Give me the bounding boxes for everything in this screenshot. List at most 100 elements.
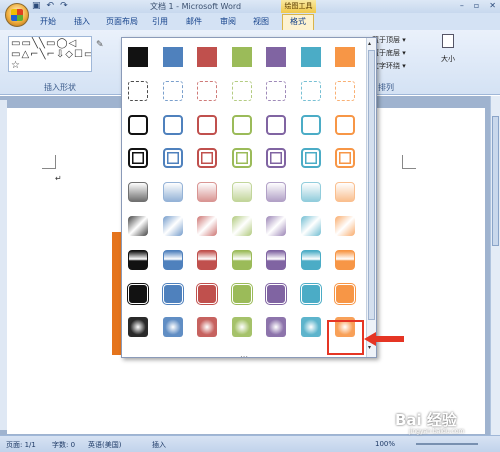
style-swatch-gradient-dark[interactable]: [197, 249, 217, 270]
style-swatch-framed-solid[interactable]: [300, 283, 321, 304]
tab-references[interactable]: 引用: [152, 16, 168, 27]
gallery-scroll-thumb[interactable]: [368, 50, 375, 320]
status-words[interactable]: 字数: 0: [52, 440, 75, 450]
style-swatch-dashed-outline[interactable]: [231, 80, 252, 101]
style-swatch-gradient-diagonal[interactable]: [231, 216, 252, 236]
style-swatch-gradient-diagonal[interactable]: [197, 216, 217, 236]
style-swatch-solid[interactable]: [266, 47, 286, 67]
style-swatch-gradient-diagonal[interactable]: [300, 216, 321, 236]
style-swatch-gradient-dark[interactable]: [128, 249, 148, 270]
style-swatch-gradient-light[interactable]: [197, 182, 217, 203]
maximize-icon[interactable]: ▫: [474, 1, 479, 10]
redo-icon[interactable]: ↷: [60, 1, 68, 11]
style-swatch-framed-solid[interactable]: [128, 283, 148, 304]
vertical-scrollbar[interactable]: [490, 96, 500, 435]
tab-home[interactable]: 开始: [40, 16, 56, 27]
style-swatch-double-outline[interactable]: [266, 148, 286, 169]
style-swatch-double-outline[interactable]: [128, 148, 148, 169]
zoom-level[interactable]: 100%: [375, 440, 395, 448]
arrange-group-label: 排列: [378, 83, 394, 92]
close-icon[interactable]: ✕: [489, 1, 496, 10]
margin-corner-mark: [42, 155, 56, 169]
style-swatch-gradient-light[interactable]: [231, 182, 252, 203]
style-swatch-gradient-dark[interactable]: [335, 249, 355, 270]
scroll-up-icon[interactable]: ▴: [368, 40, 371, 47]
style-swatch-bevel-glow[interactable]: [266, 317, 286, 338]
style-swatch-gradient-light[interactable]: [128, 182, 148, 203]
style-swatch-dashed-outline[interactable]: [300, 80, 321, 101]
undo-icon[interactable]: ↶: [47, 1, 55, 11]
style-swatch-outline[interactable]: [266, 114, 286, 135]
style-swatch-framed-solid[interactable]: [197, 283, 217, 304]
bring-to-front-button[interactable]: 置于顶层 ▾: [372, 34, 436, 47]
style-swatch-dashed-outline[interactable]: [128, 80, 148, 101]
tab-insert[interactable]: 插入: [74, 16, 90, 27]
scroll-thumb[interactable]: [492, 116, 499, 246]
pointer-arrow-icon: [364, 332, 404, 346]
style-swatch-gradient-light[interactable]: [162, 182, 183, 203]
style-swatch-solid[interactable]: [128, 47, 148, 67]
style-swatch-gradient-diagonal[interactable]: [266, 216, 286, 236]
style-swatch-solid[interactable]: [335, 47, 355, 67]
style-swatch-dashed-outline[interactable]: [266, 80, 286, 101]
style-swatch-gradient-light[interactable]: [266, 182, 286, 203]
style-swatch-solid[interactable]: [162, 47, 183, 67]
style-swatch-gradient-light[interactable]: [335, 182, 355, 203]
style-swatch-dashed-outline[interactable]: [197, 80, 217, 101]
tab-format[interactable]: 格式: [282, 14, 314, 30]
style-swatch-outline[interactable]: [231, 114, 252, 135]
insert-shapes-gallery[interactable]: ▭▭╲╲▭◯◁ ▭△⌐╲⌐⇩◇☐▭╲╲⌒⌐{}☆: [8, 36, 92, 72]
watermark-url: jingyan.baidu.com: [409, 428, 465, 435]
style-swatch-double-outline[interactable]: [335, 148, 355, 169]
style-swatch-bevel-glow[interactable]: [197, 317, 217, 338]
style-swatch-framed-solid[interactable]: [231, 283, 252, 304]
style-swatch-gradient-dark[interactable]: [300, 249, 321, 270]
style-swatch-bevel-glow[interactable]: [300, 317, 321, 338]
style-swatch-double-outline[interactable]: [300, 148, 321, 169]
style-swatch-gradient-dark[interactable]: [266, 249, 286, 270]
style-swatch-gradient-diagonal[interactable]: [162, 216, 183, 236]
status-page[interactable]: 页面: 1/1: [6, 440, 36, 450]
style-swatch-dashed-outline[interactable]: [162, 80, 183, 101]
tab-mailings[interactable]: 邮件: [186, 16, 202, 27]
style-swatch-bevel-glow[interactable]: [231, 317, 252, 338]
style-swatch-gradient-diagonal[interactable]: [335, 216, 355, 236]
resize-grip-icon[interactable]: ⋯: [240, 352, 254, 361]
style-swatch-solid[interactable]: [300, 47, 321, 67]
gallery-scrollbar[interactable]: ▴ ▾: [366, 38, 376, 357]
style-swatch-framed-solid[interactable]: [335, 283, 355, 304]
tab-view[interactable]: 视图: [253, 16, 269, 27]
text-wrapping-button[interactable]: 文字环绕 ▾: [372, 60, 436, 73]
style-swatch-gradient-light[interactable]: [300, 182, 321, 203]
style-swatch-outline[interactable]: [162, 114, 183, 135]
minimize-icon[interactable]: –: [460, 1, 464, 10]
zoom-slider[interactable]: [416, 443, 478, 445]
style-swatch-bevel-glow[interactable]: [162, 317, 183, 338]
tab-review[interactable]: 审阅: [220, 16, 236, 27]
size-button[interactable]: 大小: [437, 34, 459, 78]
save-icon[interactable]: ▣: [32, 1, 41, 11]
status-language[interactable]: 英语(美国): [88, 440, 121, 450]
style-swatch-outline[interactable]: [300, 114, 321, 135]
quick-access-toolbar: ▣ ↶ ↷: [32, 1, 68, 11]
office-button[interactable]: [5, 3, 29, 27]
style-swatch-gradient-dark[interactable]: [162, 249, 183, 270]
style-swatch-double-outline[interactable]: [197, 148, 217, 169]
style-swatch-gradient-dark[interactable]: [231, 249, 252, 270]
style-swatch-outline[interactable]: [335, 114, 355, 135]
style-swatch-outline[interactable]: [128, 114, 148, 135]
style-swatch-dashed-outline[interactable]: [335, 80, 355, 101]
style-swatch-double-outline[interactable]: [162, 148, 183, 169]
style-swatch-outline[interactable]: [197, 114, 217, 135]
edit-shape-icon[interactable]: ✎: [96, 40, 104, 50]
status-mode[interactable]: 插入: [152, 440, 166, 450]
style-swatch-framed-solid[interactable]: [266, 283, 286, 304]
style-swatch-gradient-diagonal[interactable]: [128, 216, 148, 236]
style-swatch-double-outline[interactable]: [231, 148, 252, 169]
style-swatch-bevel-glow[interactable]: [128, 317, 148, 338]
send-to-back-button[interactable]: 置于底层 ▾: [372, 47, 436, 60]
style-swatch-solid[interactable]: [197, 47, 217, 67]
style-swatch-solid[interactable]: [231, 47, 252, 67]
style-swatch-framed-solid[interactable]: [162, 283, 183, 304]
tab-page-layout[interactable]: 页面布局: [106, 16, 138, 27]
